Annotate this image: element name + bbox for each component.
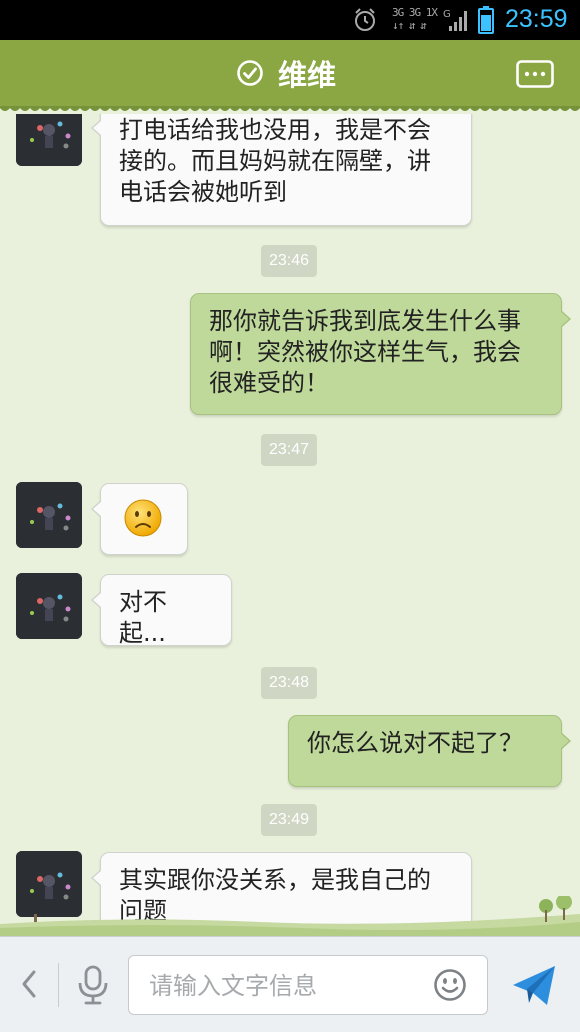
- message-input-bar: [0, 936, 580, 1032]
- message-text: 对不起...: [119, 588, 167, 647]
- signal-strength-icon: G: [443, 9, 467, 31]
- send-icon[interactable]: [511, 963, 557, 1007]
- incoming-message-bubble[interactable]: 对不起...: [91, 574, 232, 647]
- message-text-input[interactable]: [147, 966, 411, 1006]
- message-timestamp: 23:49: [261, 804, 318, 836]
- message-timestamp: 23:48: [261, 667, 318, 699]
- message-text: 打电话给我也没用，我是不会接的。而且妈妈就在隔壁，讲电话会被她听到: [119, 116, 431, 206]
- more-options-button[interactable]: [516, 60, 554, 88]
- incoming-message-bubble[interactable]: [91, 483, 188, 555]
- contact-avatar[interactable]: [16, 573, 82, 639]
- chevron-left-icon[interactable]: [20, 969, 38, 999]
- check-circle-icon: [237, 60, 263, 86]
- landscape-decoration: [0, 896, 580, 936]
- incoming-message-bubble[interactable]: 打电话给我也没用，我是不会接的。而且妈妈就在隔壁，讲电话会被她听到: [91, 114, 472, 226]
- message-text: 那你就告诉我到底发生什么事啊！突然被你这样生气，我会很难受的！: [209, 307, 521, 397]
- outgoing-message-bubble[interactable]: 那你就告诉我到底发生什么事啊！突然被你这样生气，我会很难受的！: [190, 293, 571, 415]
- clock-time: 23:59: [505, 5, 568, 33]
- contact-name: 维维: [278, 58, 337, 92]
- message-timestamp: 23:47: [261, 434, 318, 466]
- emoji-picker-icon[interactable]: [433, 968, 467, 1002]
- chat-header: 维维: [0, 40, 580, 108]
- contact-avatar[interactable]: [16, 482, 82, 548]
- message-timestamp: 23:46: [261, 245, 318, 277]
- divider: [58, 963, 59, 1007]
- alarm-icon: [355, 8, 375, 31]
- svg-text:G: G: [443, 9, 451, 20]
- message-text: 你怎么说对不起了？: [307, 729, 523, 757]
- network-type-indicator: 3G 3G 1X ↓↑ ⇵ ⇵: [392, 6, 438, 32]
- sad-face-emoji-icon: [124, 499, 162, 537]
- status-bar: 3G 3G 1X ↓↑ ⇵ ⇵ G 23:59: [0, 0, 580, 40]
- contact-avatar[interactable]: [16, 114, 82, 166]
- message-list[interactable]: 打电话给我也没用，我是不会接的。而且妈妈就在隔壁，讲电话会被她听到 23:46 …: [0, 114, 580, 936]
- battery-icon: [478, 6, 494, 34]
- header-scallop-edge: [0, 106, 580, 111]
- message-input-field[interactable]: [128, 955, 488, 1015]
- contact-title[interactable]: 维维: [236, 53, 336, 93]
- microphone-icon[interactable]: [76, 965, 110, 1005]
- outgoing-message-bubble[interactable]: 你怎么说对不起了？: [288, 715, 571, 787]
